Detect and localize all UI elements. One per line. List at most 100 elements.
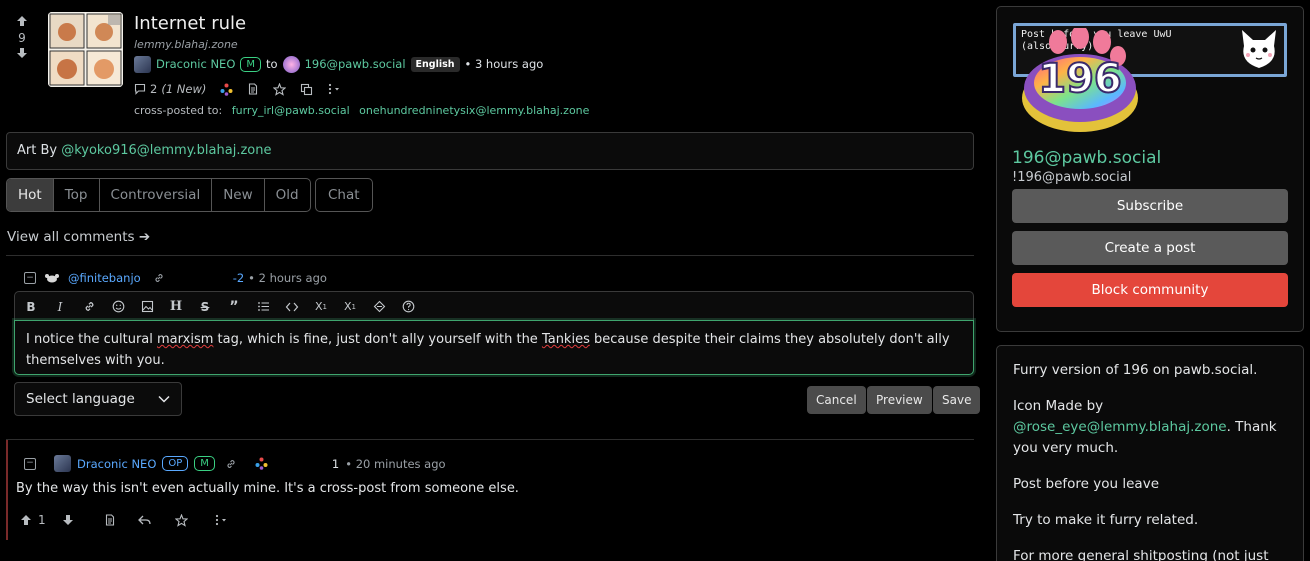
comment-textarea[interactable]: I notice the cultural marxism tag, which…	[14, 320, 974, 375]
crosspost-link-2[interactable]: onehundredninetysix@lemmy.blahaj.zone	[359, 104, 589, 117]
bold-icon[interactable]: B	[24, 300, 38, 314]
chevron-down-icon	[158, 395, 170, 403]
comment-author[interactable]: Draconic NEO	[77, 457, 156, 471]
post-meta: Draconic NEO M to 196@pawb.social Englis…	[134, 55, 543, 73]
description-p5: For more general shitposting (not just f…	[1013, 548, 1269, 561]
mod-badge: M	[194, 456, 215, 471]
superscript-icon[interactable]: X1	[343, 300, 357, 314]
copy-icon[interactable]	[300, 83, 313, 96]
post-thumbnail[interactable]	[48, 12, 123, 87]
image-icon[interactable]	[140, 300, 154, 314]
user-avatar-icon	[44, 272, 60, 284]
markdown-toolbar: B I H S ” X1 X1	[14, 291, 974, 321]
comment-icon	[134, 83, 146, 95]
link-icon[interactable]	[82, 300, 96, 314]
post-time: • 3 hours ago	[464, 57, 544, 71]
strikethrough-icon[interactable]: S	[198, 300, 212, 314]
textarea-text-1: I notice the cultural	[26, 332, 158, 347]
community-logo: 196	[1018, 28, 1142, 136]
comment-sort-tabs: Hot Top Controversial New Old	[6, 178, 311, 212]
post-actions: 2 (1 New)	[134, 80, 341, 98]
language-select[interactable]: Select language	[14, 382, 182, 416]
sort-top[interactable]: Top	[54, 179, 100, 211]
description-p2: Icon Made by @rose_eye@lemmy.blahaj.zone…	[1013, 396, 1287, 459]
comment-author[interactable]: @finitebanjo	[68, 271, 141, 285]
star-icon[interactable]	[175, 513, 188, 527]
comment-header: − Draconic NEO OP M 1 • 20 minutes ago	[24, 455, 446, 472]
subscribe-button[interactable]: Subscribe	[1012, 189, 1288, 223]
comments-new: (1 New)	[161, 82, 207, 96]
comment-thread-bar	[6, 440, 8, 540]
block-community-button[interactable]: Block community	[1012, 273, 1288, 307]
more-options-icon[interactable]	[214, 514, 228, 526]
upvote-icon[interactable]	[12, 14, 32, 28]
community-avatar	[282, 55, 300, 73]
language-badge: English	[410, 56, 460, 72]
subscript-icon[interactable]: X1	[314, 300, 328, 314]
comments-count: 2	[150, 82, 158, 96]
post-domain[interactable]: lemmy.blahaj.zone	[134, 38, 238, 51]
header-icon[interactable]: H	[169, 299, 183, 314]
downvote-icon[interactable]	[12, 46, 32, 60]
star-icon[interactable]	[273, 82, 287, 96]
divider	[6, 439, 974, 440]
banner-cat-image	[1238, 28, 1280, 74]
comment-body: By the way this isn't even actually mine…	[16, 481, 519, 496]
help-icon[interactable]	[401, 300, 415, 314]
link-icon[interactable]	[225, 458, 237, 470]
document-icon[interactable]	[247, 83, 259, 95]
icon-author-link[interactable]: @rose_eye@lemmy.blahaj.zone	[1013, 419, 1227, 435]
list-icon[interactable]	[256, 300, 270, 314]
spoiler-icon[interactable]	[372, 300, 386, 314]
op-badge: OP	[162, 456, 189, 471]
italic-icon[interactable]: I	[53, 300, 67, 314]
emoji-icon[interactable]	[111, 300, 125, 314]
comment-score: 1	[331, 456, 340, 471]
community-logo-text: 196	[1037, 55, 1123, 103]
post-author[interactable]: Draconic NEO	[156, 57, 235, 71]
sort-controversial[interactable]: Controversial	[100, 179, 213, 211]
post-body-mention[interactable]: @kyoko916@lemmy.blahaj.zone	[61, 143, 271, 158]
post-title[interactable]: Internet rule	[134, 13, 246, 34]
create-post-button[interactable]: Create a post	[1012, 231, 1288, 265]
document-icon[interactable]	[104, 514, 116, 526]
community-link[interactable]: 196@pawb.social	[305, 57, 406, 71]
sort-new[interactable]: New	[212, 179, 265, 211]
collapse-icon[interactable]: −	[24, 457, 36, 470]
view-all-comments-link[interactable]: View all comments ➔	[7, 229, 150, 245]
upvote-icon[interactable]	[20, 514, 32, 526]
crosspost-link-1[interactable]: furry_irl@pawb.social	[232, 104, 350, 117]
crosspost-label: cross-posted to:	[134, 104, 223, 117]
fediverse-icon[interactable]	[220, 83, 233, 96]
author-avatar	[134, 55, 151, 73]
sort-hot[interactable]: Hot	[7, 179, 54, 211]
textarea-text-3: tag, which is fine, just don't ally your…	[213, 332, 542, 347]
downvote-icon[interactable]	[62, 514, 74, 526]
chat-button[interactable]: Chat	[315, 178, 373, 212]
description-p2-prefix: Icon Made by	[1013, 398, 1104, 414]
author-avatar	[54, 455, 71, 472]
post-body: Art By @kyoko916@lemmy.blahaj.zone	[6, 132, 974, 170]
collapse-icon[interactable]: −	[24, 272, 36, 284]
cancel-button[interactable]: Cancel	[807, 386, 866, 414]
description-p1: Furry version of 196 on pawb.social.	[1013, 362, 1258, 378]
comment-time: • 2 hours ago	[248, 271, 327, 285]
save-button[interactable]: Save	[933, 386, 981, 414]
community-name[interactable]: 196@pawb.social	[1012, 148, 1161, 168]
preview-button[interactable]: Preview	[867, 386, 932, 414]
comments-link[interactable]: 2 (1 New)	[134, 82, 206, 96]
community-description: Furry version of 196 on pawb.social. Ico…	[996, 345, 1304, 561]
link-icon[interactable]	[153, 272, 165, 284]
textarea-text-4: Tankies	[541, 332, 590, 347]
code-icon[interactable]	[285, 300, 299, 314]
textarea-text-2: marxism	[157, 332, 214, 347]
mod-badge: M	[240, 56, 262, 72]
post-vote-column: 9	[12, 14, 32, 62]
fediverse-icon[interactable]	[255, 457, 268, 470]
comment-header: − @finitebanjo -2 • 2 hours ago	[24, 270, 327, 286]
description-p4: Try to make it furry related.	[1013, 512, 1199, 528]
reply-icon[interactable]	[138, 514, 151, 526]
more-options-icon[interactable]	[327, 83, 341, 95]
quote-icon[interactable]: ”	[227, 299, 241, 315]
sort-old[interactable]: Old	[265, 179, 310, 211]
